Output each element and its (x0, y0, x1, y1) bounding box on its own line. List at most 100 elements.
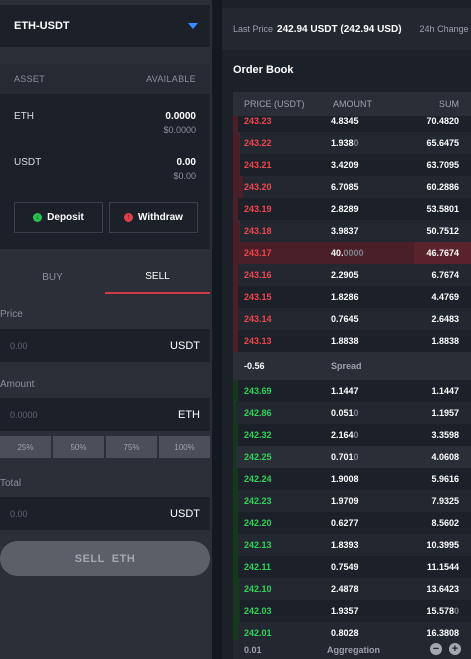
bid-row[interactable]: 242.25 0.7010 4.0608 (233, 446, 471, 468)
ask-row[interactable]: 243.17 40.0000 46.7674 (233, 242, 471, 264)
row-sum-digits: 15.578 (426, 606, 454, 616)
bid-row[interactable]: 242.13 1.8393 10.3995 (233, 534, 471, 556)
withdraw-button[interactable]: ↑ Withdraw (109, 202, 198, 233)
row-amount: 0.8028 (331, 628, 359, 638)
aggregation-value: 0.01 (244, 645, 262, 655)
row-amount-trailing: 0 (353, 408, 359, 418)
row-sum: 7.9325 (431, 496, 459, 506)
bid-row[interactable]: 242.03 1.9357 15.5780 (233, 600, 471, 622)
row-amount-digits: 4.8345 (331, 116, 359, 126)
percent-75-button[interactable]: 75% (106, 436, 157, 458)
spread-value: -0.56 (244, 361, 265, 371)
bid-row[interactable]: 242.20 0.6277 8.5602 (233, 512, 471, 534)
row-sum: 3.3598 (431, 430, 459, 440)
row-sum: 4.4769 (431, 292, 459, 302)
price-input[interactable]: 0.00 USDT (0, 329, 210, 362)
ask-row[interactable]: 243.18 3.9837 50.7512 (233, 220, 471, 242)
bid-depth-bar (233, 600, 240, 622)
percent-100-button[interactable]: 100% (159, 436, 210, 458)
sell-eth-button[interactable]: SELL ETH (0, 541, 210, 576)
row-amount-trailing: 0 (353, 138, 359, 148)
bid-depth-bar (233, 556, 238, 578)
bid-row[interactable]: 242.23 1.9709 7.9325 (233, 490, 471, 512)
row-amount: 1.8393 (331, 540, 359, 550)
row-sum-digits: 3.3598 (431, 430, 459, 440)
row-amount-digits: 1.8393 (331, 540, 359, 550)
total-input[interactable]: 0.00 USDT (0, 497, 210, 530)
ask-depth-bar (233, 198, 238, 220)
row-sum: 63.7095 (426, 160, 459, 170)
row-sum-digits: 2.6483 (431, 314, 459, 324)
aggregation-bar: 0.01 Aggregation − + (233, 640, 471, 659)
row-amount: 6.7085 (331, 182, 359, 192)
ask-depth-bar (233, 286, 238, 308)
tab-buy[interactable]: BUY (0, 260, 105, 294)
minus-icon[interactable]: − (430, 643, 442, 655)
row-amount: 2.1640 (331, 430, 359, 440)
row-price: 243.22 (244, 138, 272, 148)
row-sum-digits: 8.5602 (431, 518, 459, 528)
row-amount-digits: 1.9357 (331, 606, 359, 616)
row-price: 243.18 (244, 226, 272, 236)
row-sum: 1.1957 (431, 408, 459, 418)
percent-25-button[interactable]: 25% (0, 436, 51, 458)
row-amount-digits: 0.7549 (331, 562, 359, 572)
ask-row[interactable]: 243.20 6.7085 60.2886 (233, 176, 471, 198)
ask-row[interactable]: 243.16 2.2905 6.7674 (233, 264, 471, 286)
total-label: Total (0, 478, 22, 489)
row-price: 243.15 (244, 292, 272, 302)
row-amount-digits: 1.9709 (331, 496, 359, 506)
balances-header: ASSET AVAILABLE (0, 64, 210, 94)
row-amount-digits: 1.8838 (331, 336, 359, 346)
spread-row: -0.56 Spread (233, 352, 471, 380)
bid-row[interactable]: 242.24 1.9008 5.9616 (233, 468, 471, 490)
bid-depth-bar (233, 468, 238, 490)
ask-row[interactable]: 243.22 1.9380 65.6475 (233, 132, 471, 154)
ask-row[interactable]: 243.13 1.8838 1.8838 (233, 330, 471, 352)
row-sum: 4.0608 (431, 452, 459, 462)
row-amount: 1.9357 (331, 606, 359, 616)
row-price: 242.32 (244, 430, 272, 440)
row-amount-digits: 0.6277 (331, 518, 359, 528)
row-sum-digits: 13.6423 (426, 584, 459, 594)
bid-depth-bar (233, 534, 238, 556)
bid-row[interactable]: 242.32 2.1640 3.3598 (233, 424, 471, 446)
order-book-title: Order Book (233, 64, 294, 76)
row-amount-digits: 1.8286 (331, 292, 359, 302)
row-amount-digits: 2.2905 (331, 270, 359, 280)
row-amount: 3.4209 (331, 160, 359, 170)
total-placeholder: 0.00 (10, 508, 28, 519)
deposit-button[interactable]: ↓ Deposit (14, 202, 103, 233)
available-column-header: AVAILABLE (146, 74, 196, 84)
ask-row[interactable]: 243.21 3.4209 63.7095 (233, 154, 471, 176)
bid-row[interactable]: 242.86 0.0510 1.1957 (233, 402, 471, 424)
ask-row[interactable]: 243.19 2.8289 53.5801 (233, 198, 471, 220)
bid-depth-bar (233, 490, 238, 512)
bid-row[interactable]: 242.11 0.7549 11.1544 (233, 556, 471, 578)
last-price-label: Last Price (233, 24, 274, 34)
plus-icon[interactable]: + (449, 643, 461, 655)
percent-50-button[interactable]: 50% (53, 436, 104, 458)
ask-depth-bar (233, 264, 238, 286)
withdraw-label: Withdraw (138, 212, 183, 223)
row-sum: 65.6475 (426, 138, 459, 148)
tab-sell[interactable]: SELL (105, 260, 210, 294)
row-sum: 6.7674 (431, 270, 459, 280)
balances-card: ASSET AVAILABLE ETH 0.0000 $0.0000 USDT … (0, 64, 210, 249)
bid-row[interactable]: 243.69 1.1447 1.1447 (233, 380, 471, 402)
bid-depth-bar (233, 512, 238, 534)
ask-depth-bar (233, 132, 240, 154)
pair-selector[interactable]: ETH-USDT (0, 5, 210, 47)
amount-input[interactable]: 0.0000 ETH (0, 398, 210, 431)
row-sum: 11.1544 (427, 562, 459, 572)
row-price: 242.23 (244, 496, 272, 506)
row-sum: 46.7674 (426, 248, 459, 258)
bid-row[interactable]: 242.10 2.4878 13.6423 (233, 578, 471, 600)
ask-row[interactable]: 243.15 1.8286 4.4769 (233, 286, 471, 308)
row-amount-digits: 2.8289 (331, 204, 359, 214)
row-amount: 4.8345 (331, 116, 359, 126)
row-sum-digits: 60.2886 (426, 182, 459, 192)
ask-row[interactable]: 243.14 0.7645 2.6483 (233, 308, 471, 330)
row-sum: 53.5801 (426, 204, 459, 214)
row-price: 243.14 (244, 314, 272, 324)
